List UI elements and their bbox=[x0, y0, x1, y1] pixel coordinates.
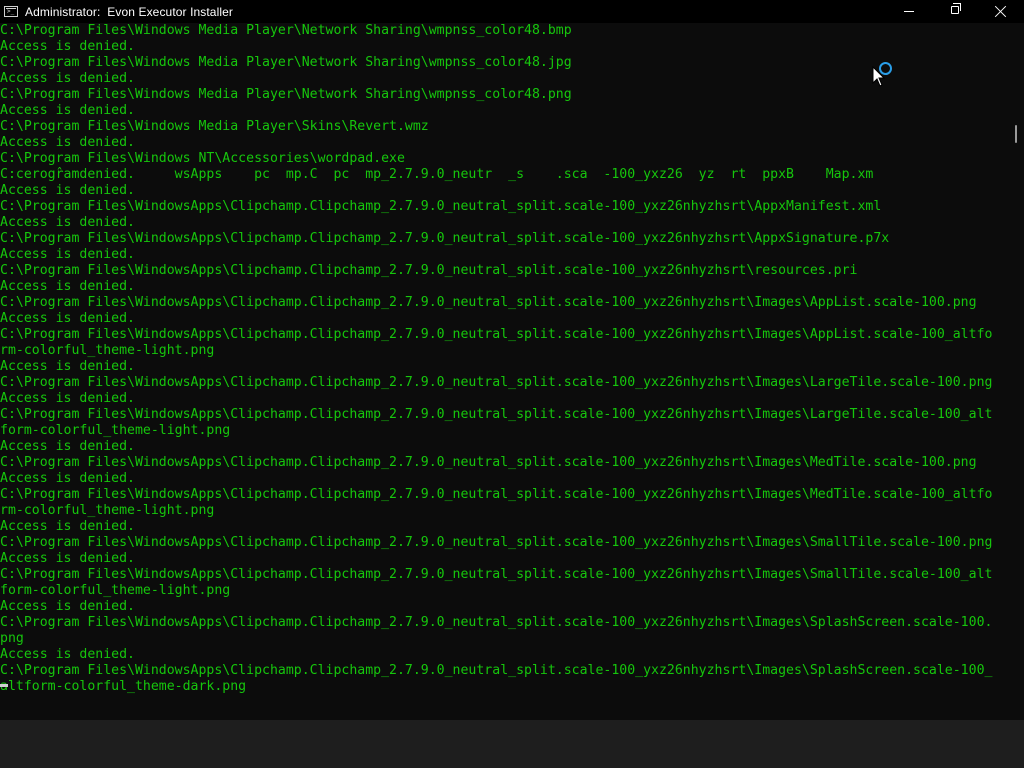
console-line: Access is denied. bbox=[0, 551, 135, 566]
close-button[interactable] bbox=[978, 0, 1024, 23]
console-line: rm-colorful_theme-light.png bbox=[0, 503, 215, 518]
console-line: C:\Program Files\WindowsApps\Clipchamp.C… bbox=[0, 567, 993, 582]
console-line: C:\Program Files\WindowsApps\Clipchamp.C… bbox=[0, 535, 993, 550]
busy-pointer-icon bbox=[872, 62, 892, 88]
console-line: png bbox=[0, 631, 24, 646]
console-line: Access is denied. bbox=[0, 311, 135, 326]
console-line: Access is denied. bbox=[0, 103, 135, 118]
console-line: altform-colorful_theme-dark.png bbox=[0, 679, 247, 694]
console-line: C:\Program Files\Windows Media Player\Ne… bbox=[0, 87, 572, 102]
scrollbar-thumb[interactable] bbox=[1015, 125, 1017, 143]
console-line: Access is denied. bbox=[0, 215, 135, 230]
console-line: C:\Program Files\WindowsApps\Clipchamp.C… bbox=[0, 663, 993, 678]
console-line: C:\Program Files\WindowsApps\Clipchamp.C… bbox=[0, 487, 993, 502]
console-line: C:\Program Files\WindowsApps\Clipchamp.C… bbox=[0, 199, 882, 214]
minimize-button[interactable] bbox=[886, 0, 932, 23]
console-line: C:\Program Files\WindowsApps\Clipchamp.C… bbox=[0, 615, 993, 630]
console-line: C:\Program Files\WindowsApps\Clipchamp.C… bbox=[0, 407, 993, 422]
console-line: Access is denied. bbox=[0, 439, 135, 454]
console-line: C:\Program Files\Windows Media Player\Ne… bbox=[0, 55, 572, 70]
maximize-icon bbox=[951, 3, 961, 14]
console-line: Access is denied. bbox=[0, 135, 135, 150]
console-line: C:\Program Files\WindowsApps\Clipchamp.C… bbox=[0, 295, 977, 310]
close-icon bbox=[995, 5, 1007, 17]
console-line: Access is denied. bbox=[0, 359, 135, 374]
console-line: C:\Program Files\WindowsApps\Clipchamp.C… bbox=[0, 231, 890, 246]
console-line: Access is denied. bbox=[0, 599, 135, 614]
console-line: Access is denied. bbox=[0, 471, 135, 486]
console-line: Access is denied. bbox=[0, 647, 135, 662]
console-output[interactable]: C:\Program Files\Windows Media Player\Ne… bbox=[0, 23, 1006, 720]
console-line: Access is denied. bbox=[0, 519, 135, 534]
console-line: C:\Program Files\Windows Media Player\Ne… bbox=[0, 23, 572, 38]
window-title: Administrator: Evon Executor Installer bbox=[25, 4, 233, 19]
console-line: rm-colorful_theme-light.png bbox=[0, 343, 215, 358]
console-line: C:\Program Files\WindowsApps\Clipchamp.C… bbox=[0, 455, 977, 470]
console-bottom-area bbox=[0, 720, 1024, 768]
console-line: C:\Program Files\WindowsApps\Clipchamp.C… bbox=[0, 263, 858, 278]
maximize-button[interactable] bbox=[932, 0, 978, 23]
console-line: Access is denied. bbox=[0, 71, 135, 86]
console-line: C:cerogr̂amdenied. wsApps pc mp.C pc mp_… bbox=[0, 167, 874, 182]
console-line: C:\Program Files\Windows NT\Accessories\… bbox=[0, 151, 405, 166]
vertical-scrollbar[interactable] bbox=[1006, 23, 1024, 720]
busy-spinner-icon bbox=[879, 62, 892, 75]
console-line: Access is denied. bbox=[0, 391, 135, 406]
console-line: form-colorful_theme-light.png bbox=[0, 423, 231, 438]
console-window: >_ Administrator: Evon Executor Installe… bbox=[0, 0, 1024, 768]
console-line: Access is denied. bbox=[0, 279, 135, 294]
window-controls bbox=[886, 0, 1024, 23]
title-bar[interactable]: >_ Administrator: Evon Executor Installe… bbox=[0, 0, 1024, 23]
console-line: Access is denied. bbox=[0, 183, 135, 198]
cmd-console-icon[interactable]: >_ bbox=[4, 6, 18, 17]
text-cursor bbox=[0, 684, 8, 687]
console-line: C:\Program Files\WindowsApps\Clipchamp.C… bbox=[0, 327, 993, 342]
console-line: C:\Program Files\WindowsApps\Clipchamp.C… bbox=[0, 375, 993, 390]
console-line: Access is denied. bbox=[0, 39, 135, 54]
console-line: form-colorful_theme-light.png bbox=[0, 583, 231, 598]
console-line: Access is denied. bbox=[0, 247, 135, 262]
minimize-icon bbox=[904, 11, 914, 12]
console-line: C:\Program Files\Windows Media Player\Sk… bbox=[0, 119, 429, 134]
